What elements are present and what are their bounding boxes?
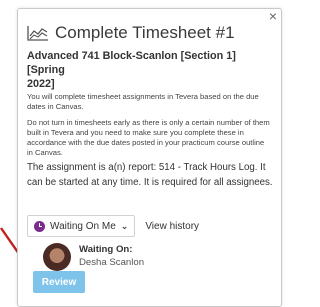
waiting-on-label: Waiting On: [79, 244, 133, 255]
chevron-down-icon: ⌄ [120, 220, 129, 231]
course-name-line-1: Advanced 741 Block-Scanlon [Section 1] [… [27, 50, 236, 76]
clock-icon [34, 220, 45, 232]
description-text: You will complete timesheet assignments … [27, 92, 259, 111]
close-icon[interactable]: × [269, 9, 277, 23]
description-note: Do not turn in timesheets early as there… [27, 118, 270, 157]
assignee-name: Desha Scanlon [79, 257, 145, 268]
waiting-on-me-label: Waiting On Me [50, 220, 116, 232]
course-name: Advanced 741 Block-Scanlon [Section 1] [… [27, 49, 272, 91]
chart-line-icon [27, 26, 48, 41]
action-row: Waiting On Me ⌄ View history [27, 215, 199, 237]
assignment-info: The assignment is a(n) report: 514 - Tra… [27, 162, 273, 188]
timesheet-card: × Complete Timesheet #1 Advanced 741 Blo… [17, 8, 282, 307]
waiting-on-me-dropdown[interactable]: Waiting On Me ⌄ [27, 215, 136, 237]
assignee-block: Waiting On: Desha Scanlon [43, 243, 144, 271]
avatar [43, 243, 71, 271]
card-header: Complete Timesheet #1 [27, 23, 235, 43]
review-button[interactable]: Review [33, 271, 85, 293]
card-title: Complete Timesheet #1 [55, 23, 235, 42]
view-history-link[interactable]: View history [145, 221, 199, 232]
course-name-line-2: 2022] [27, 78, 55, 90]
